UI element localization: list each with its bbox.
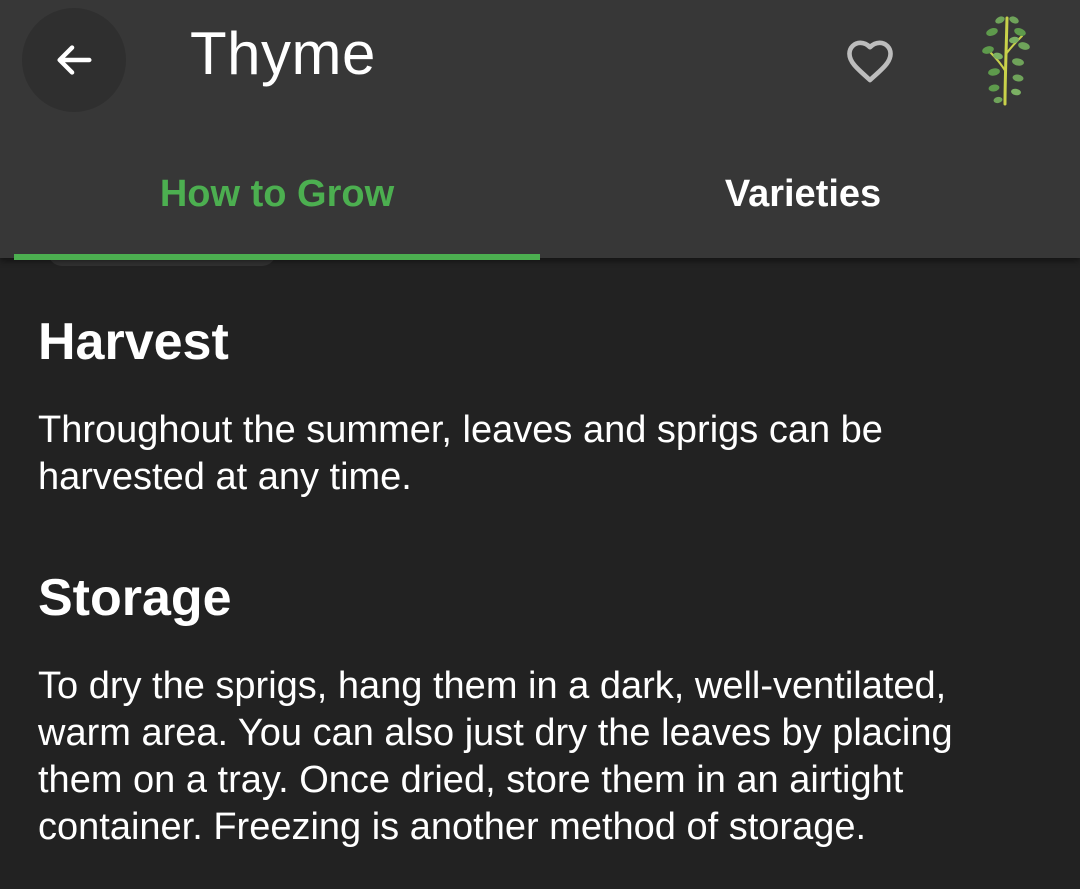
tab-bar: How to Grow Varieties [14,130,1080,260]
page-title: Thyme [190,20,376,87]
section-heading-harvest: Harvest [38,313,229,371]
tab-how-to-grow[interactable]: How to Grow [14,130,540,260]
tab-indicator [14,254,540,260]
section-body-harvest: Throughout the summer, leaves and sprigs… [38,409,883,498]
section-heading-storage: Storage [38,569,232,627]
back-button[interactable] [22,8,126,112]
app-bar: Thyme How to Grow Varieties [0,0,1080,260]
arrow-left-icon [51,37,97,83]
tab-label: Varieties [724,173,882,215]
favorite-button[interactable] [836,26,904,94]
plant-detail-screen: Thyme How to Grow Varieties Harvest Thro… [0,0,1080,889]
tab-varieties[interactable]: Varieties [540,130,1066,258]
tab-label: How to Grow [159,173,395,215]
section-body-storage: To dry the sprigs, hang them in a dark, … [38,665,953,848]
heart-outline-icon [841,31,899,89]
thyme-sprig-icon [978,12,1034,108]
